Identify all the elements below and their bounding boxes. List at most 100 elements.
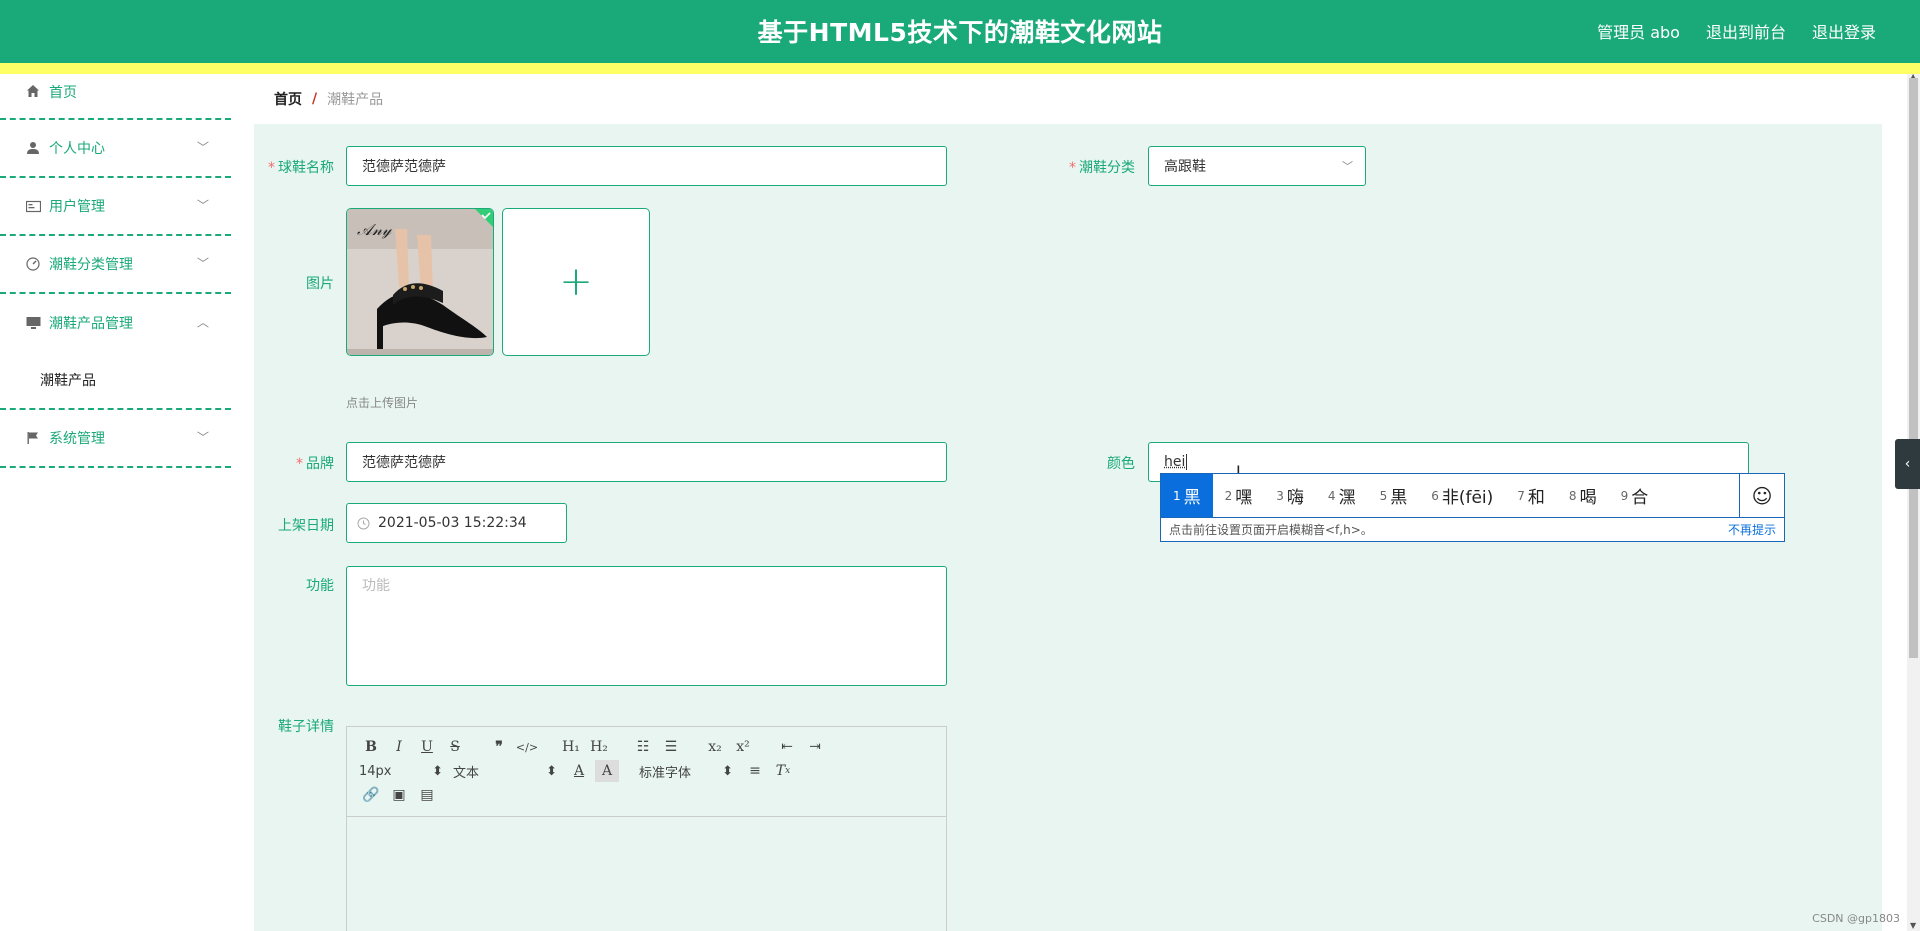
- plus-icon: +: [559, 259, 593, 305]
- category-select[interactable]: 高跟鞋 ﹀: [1148, 146, 1366, 186]
- font-size-select[interactable]: 14px ⬍: [359, 760, 449, 782]
- category-label: * 潮鞋分类: [1055, 157, 1135, 177]
- select-arrows-icon: ⬍: [432, 764, 443, 779]
- date-label: 上架日期: [254, 515, 334, 535]
- text-type-select[interactable]: 文本 ⬍: [453, 760, 563, 782]
- chevron-down-icon: ﹀: [197, 197, 209, 214]
- scroll-down-arrow-icon[interactable]: ▼: [1910, 921, 1916, 930]
- sidebar-item-home[interactable]: 首页: [0, 74, 231, 120]
- code-block-button[interactable]: </>: [515, 736, 539, 758]
- header-2-button[interactable]: H₂: [587, 736, 611, 758]
- outdent-button[interactable]: ⇤: [775, 736, 799, 758]
- chevron-down-icon: ﹀: [197, 429, 209, 446]
- sidebar-item-personal[interactable]: 个人中心 ﹀: [0, 120, 231, 178]
- emoji-icon[interactable]: ☺: [1739, 474, 1784, 517]
- ime-candidate[interactable]: 7和: [1505, 474, 1557, 517]
- ime-hint-row: 点击前往设置页面开启模糊音<f,h>。 不再提示: [1161, 518, 1784, 541]
- italic-button[interactable]: I: [387, 736, 411, 758]
- detail-label: 鞋子详情: [254, 716, 334, 736]
- function-textarea[interactable]: 功能: [346, 566, 947, 686]
- rich-text-editor: B I U S ❞ </> H₁ H₂ ☷ ☰ x₂ x² ⇤ ⇥ 14px ⬍: [346, 726, 947, 931]
- sidebar-item-products[interactable]: 潮鞋产品管理 ︿: [0, 294, 231, 352]
- chevron-down-icon: ﹀: [1342, 158, 1353, 174]
- side-collapse-tab[interactable]: ‹: [1895, 439, 1920, 489]
- ime-candidate[interactable]: 5黒: [1368, 474, 1420, 517]
- sidebar-item-category[interactable]: 潮鞋分类管理 ﹀: [0, 236, 231, 294]
- scrollbar-thumb[interactable]: [1909, 78, 1918, 658]
- ime-candidate[interactable]: 3嗨: [1264, 474, 1316, 517]
- align-button[interactable]: ≡: [743, 760, 767, 782]
- brand-label: * 品牌: [254, 453, 334, 473]
- flag-icon: [24, 429, 42, 447]
- subscript-button[interactable]: x₂: [703, 736, 727, 758]
- blockquote-button[interactable]: ❞: [487, 736, 511, 758]
- ime-candidate-popup: 1黑 2嘿 3嗨 4潶 5黒 6 非(fēi) 7和 8喝 9合 ☺ 点击前往设置…: [1160, 473, 1785, 542]
- ime-candidate[interactable]: 8喝: [1557, 474, 1609, 517]
- sidebar-subitem-products[interactable]: 潮鞋产品: [0, 352, 231, 410]
- clock-icon: [357, 517, 370, 530]
- ime-candidate[interactable]: 6 非(fēi): [1419, 474, 1505, 517]
- ime-candidate[interactable]: 2嘿: [1213, 474, 1265, 517]
- sidebar-item-label: 个人中心: [49, 138, 105, 158]
- header-stripe: [0, 63, 1920, 74]
- underline-button[interactable]: U: [415, 736, 439, 758]
- font-color-button[interactable]: A: [567, 760, 591, 782]
- shoe-image-illustration: 𝒜𝓃𝓎: [347, 209, 494, 356]
- sidebar-item-label: 系统管理: [49, 428, 105, 448]
- superscript-button[interactable]: x²: [731, 736, 755, 758]
- ime-dismiss-link[interactable]: 不再提示: [1728, 521, 1776, 538]
- uploaded-shoe-image[interactable]: 𝒜𝓃𝓎: [346, 208, 494, 356]
- gauge-icon: [24, 255, 42, 273]
- header-1-button[interactable]: H₁: [559, 736, 583, 758]
- breadcrumb-separator: /: [312, 91, 317, 107]
- editor-body[interactable]: [347, 817, 946, 931]
- watermark: CSDN @gp1803: [1812, 912, 1900, 925]
- brand-input[interactable]: 范德萨范德萨: [346, 442, 947, 482]
- logout-link[interactable]: 退出登录: [1812, 19, 1876, 43]
- color-label: 颜色: [1055, 453, 1135, 473]
- select-arrows-icon: ⬍: [722, 764, 733, 779]
- sidebar-subitem-label: 潮鞋产品: [40, 370, 96, 390]
- upload-add-button[interactable]: +: [502, 208, 650, 356]
- date-picker[interactable]: 2021-05-03 15:22:34: [346, 503, 567, 543]
- ordered-list-button[interactable]: ☷: [631, 736, 655, 758]
- background-color-button[interactable]: A: [595, 760, 619, 782]
- sidebar-item-users[interactable]: 用户管理 ﹀: [0, 178, 231, 236]
- select-arrows-icon: ⬍: [546, 764, 557, 779]
- back-to-front-link[interactable]: 退出到前台: [1706, 19, 1786, 43]
- name-input[interactable]: 范德萨范德萨: [346, 146, 947, 186]
- ime-candidate-row: 1黑 2嘿 3嗨 4潶 5黒 6 非(fēi) 7和 8喝 9合 ☺: [1161, 474, 1784, 518]
- breadcrumb-home[interactable]: 首页: [274, 89, 302, 109]
- sidebar-item-system[interactable]: 系统管理 ﹀: [0, 410, 231, 468]
- ime-hint-text[interactable]: 点击前往设置页面开启模糊音<f,h>。: [1169, 521, 1373, 538]
- name-label: * 球鞋名称: [254, 157, 334, 177]
- ime-candidate[interactable]: 1黑: [1161, 474, 1213, 517]
- indent-button[interactable]: ⇥: [803, 736, 827, 758]
- strike-button[interactable]: S: [443, 736, 467, 758]
- ime-candidate[interactable]: 9合: [1609, 474, 1661, 517]
- monitor-icon: [24, 314, 42, 332]
- chevron-up-icon: ︿: [197, 314, 209, 331]
- admin-name: 管理员 abo: [1597, 19, 1680, 43]
- page-scrollbar[interactable]: ▲ ▼: [1907, 74, 1920, 931]
- top-header: 基于HTML5技术下的潮鞋文化网站 管理员 abo 退出到前台 退出登录: [0, 0, 1920, 63]
- date-value: 2021-05-03 15:22:34: [378, 515, 527, 531]
- upload-hint: 点击上传图片: [346, 394, 418, 411]
- bold-button[interactable]: B: [359, 736, 383, 758]
- ime-candidate[interactable]: 4潶: [1316, 474, 1368, 517]
- bullet-list-button[interactable]: ☰: [659, 736, 683, 758]
- font-family-value: 标准字体: [639, 762, 691, 781]
- sidebar-item-label: 潮鞋产品管理: [49, 313, 133, 333]
- link-icon[interactable]: 🔗: [359, 784, 383, 806]
- breadcrumb-current: 潮鞋产品: [327, 89, 383, 109]
- chevron-down-icon: ﹀: [197, 139, 209, 156]
- breadcrumb: 首页 / 潮鞋产品: [254, 74, 1882, 124]
- image-icon[interactable]: ▣: [387, 784, 411, 806]
- home-icon: [24, 82, 42, 100]
- user-icon: [24, 139, 42, 157]
- image-label: 图片: [254, 273, 334, 293]
- sidebar: 首页 个人中心 ﹀ 用户管理 ﹀ 潮鞋分类管理 ﹀ 潮鞋产品管理 ︿ 潮鞋产品: [0, 74, 231, 931]
- video-icon[interactable]: ▤: [415, 784, 439, 806]
- font-family-select[interactable]: 标准字体 ⬍: [639, 760, 739, 782]
- clear-format-button[interactable]: Tx: [771, 760, 795, 782]
